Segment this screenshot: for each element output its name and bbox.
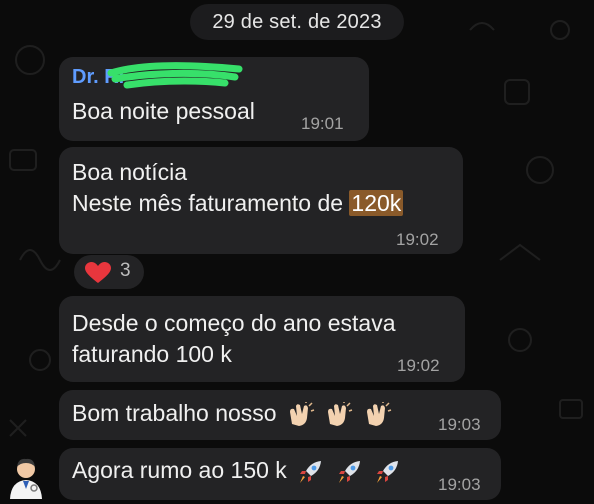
message-text: Neste mês faturamento de 120k	[72, 189, 404, 218]
message-time: 19:03	[438, 415, 481, 434]
message-time: 19:02	[397, 356, 440, 375]
message-bubble[interactable]: Desde o começo do ano estava faturando 1…	[59, 296, 465, 382]
message-text: Bom trabalho nosso	[72, 399, 392, 428]
reaction-pill[interactable]: 3	[74, 255, 144, 289]
message-bubble[interactable]: Dr. Ri Boa noite pessoal 19:01	[59, 57, 369, 141]
date-separator: 29 de set. de 2023	[190, 4, 404, 40]
heart-icon	[85, 262, 111, 283]
message-bubble[interactable]: Agora rumo ao 150 k 19:03	[59, 448, 501, 500]
message-text: Desde o começo do ano estava	[72, 310, 396, 336]
avatar[interactable]	[4, 455, 48, 499]
highlighted-amount: 120k	[349, 190, 404, 216]
message-text: Boa noite pessoal	[72, 98, 255, 124]
rocket-icon	[376, 460, 398, 483]
message-time: 19:02	[396, 230, 439, 249]
message-text-line: Neste mês faturamento de	[72, 190, 350, 216]
clapping-hands-icon	[366, 401, 391, 426]
message-time: 19:03	[438, 475, 481, 494]
message-text: Boa notícia	[72, 159, 188, 185]
rocket-icon	[338, 460, 360, 483]
clapping-hands-icon	[289, 401, 315, 426]
message-time: 19:01	[301, 114, 344, 133]
clapping-hands-icon	[328, 401, 353, 426]
redaction-scribble	[107, 62, 243, 89]
message-text-line: Agora rumo ao 150 k	[72, 457, 287, 483]
message-text-line: Bom trabalho nosso	[72, 400, 277, 426]
message-text: faturando 100 k	[72, 341, 232, 367]
message-text: Agora rumo ao 150 k	[72, 456, 402, 485]
message-bubble[interactable]: Bom trabalho nosso 19:03	[59, 390, 501, 440]
reaction-count: 3	[120, 260, 131, 281]
rocket-icon	[300, 460, 322, 483]
message-bubble[interactable]: Boa notícia Neste mês faturamento de 120…	[59, 147, 463, 254]
